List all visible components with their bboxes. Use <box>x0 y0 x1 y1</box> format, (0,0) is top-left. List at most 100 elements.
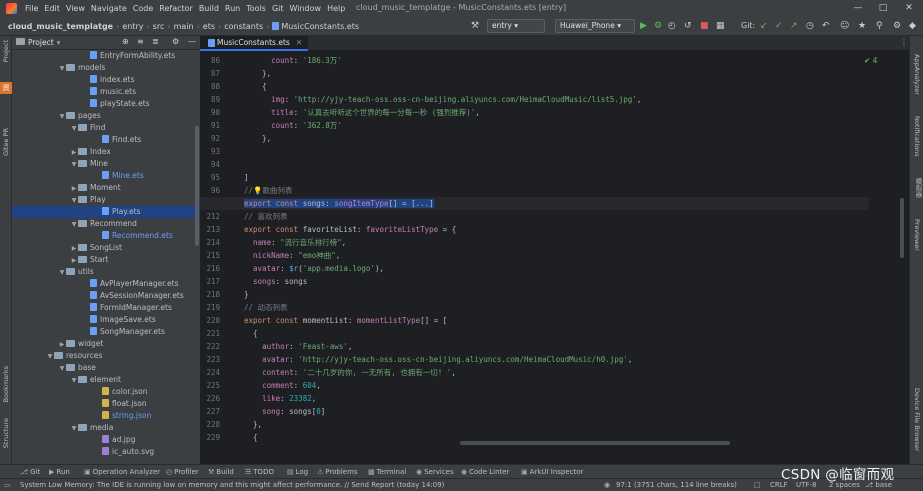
tree-item[interactable]: Play.ets <box>12 206 200 218</box>
code-line[interactable]: title: '认真去听听这个世界的每一分每一秒 (强烈推荐)', <box>244 106 480 119</box>
settings-gear-icon[interactable]: ⚙ <box>893 20 901 32</box>
lock-icon[interactable]: □ <box>754 480 761 491</box>
tree-item[interactable]: ▼ Mine <box>12 158 200 170</box>
tree-item[interactable]: ▼ Find <box>12 122 200 134</box>
panel-toggle-icon[interactable]: ▭ <box>4 480 11 491</box>
code-line[interactable]: name: "流行音乐排行榜", <box>244 236 346 249</box>
tree-item[interactable]: ▼ Recommend <box>12 218 200 230</box>
git-push-icon[interactable]: ↗ <box>790 20 798 32</box>
rollback-icon[interactable]: ↶ <box>822 20 830 32</box>
tree-item[interactable]: ▶ widget <box>12 338 200 350</box>
vertical-scrollbar[interactable] <box>900 198 904 258</box>
tree-item[interactable]: ▼ element <box>12 374 200 386</box>
breadcrumb-constants[interactable]: constants <box>222 22 265 31</box>
code-line[interactable]: { <box>244 80 267 93</box>
tool-arkui-inspector[interactable]: ▣ ArkUI Inspector <box>521 467 583 477</box>
code-line[interactable]: // 动态列表 <box>244 301 288 314</box>
gitee-pr-tool-tab[interactable]: Gitee PR <box>2 128 10 156</box>
tree-item[interactable]: ▼ pages <box>12 110 200 122</box>
project-panel-title[interactable]: Project <box>28 38 54 47</box>
code-line[interactable]: author: 'Feast-aws', <box>244 340 352 353</box>
code-line[interactable]: //💡歌曲列表 <box>244 184 292 197</box>
emulator-tool-tab[interactable]: 模拟器 <box>913 178 923 198</box>
maximize-icon[interactable]: □ <box>871 2 895 15</box>
code-line[interactable]: songs: songs <box>244 275 307 288</box>
code-line[interactable]: { <box>244 431 258 444</box>
tree-item[interactable]: EntryFormAbility.ets <box>12 50 200 62</box>
code-line[interactable]: }, <box>244 418 262 431</box>
tree-item[interactable]: index.ets <box>12 74 200 86</box>
stop-icon[interactable]: ■ <box>700 20 709 32</box>
tab-music-constants[interactable]: MusicConstants.ets ✕ <box>200 36 309 51</box>
tool-build[interactable]: ⚒ Build <box>208 467 234 477</box>
tool-terminal[interactable]: ▩ Terminal <box>368 467 406 477</box>
menu-view[interactable]: View <box>63 4 88 13</box>
tool-code-linter[interactable]: ◉ Code Linter <box>461 467 509 477</box>
git-commit-icon[interactable]: ✓ <box>775 20 783 32</box>
tree-item[interactable]: ▶ Moment <box>12 182 200 194</box>
debug-icon[interactable]: ⚙ <box>654 20 662 32</box>
menu-edit[interactable]: Edit <box>41 4 63 13</box>
tool-run[interactable]: ▶ Run <box>49 467 70 477</box>
structure-tool-tab[interactable]: Structure <box>2 418 10 448</box>
device-file-browser-tool-tab[interactable]: Device File Browser <box>913 388 921 452</box>
tree-item[interactable]: FormIdManager.ets <box>12 302 200 314</box>
tool-problems[interactable]: ⚠ Problems <box>317 467 358 477</box>
tree-item[interactable]: ▼ utils <box>12 266 200 278</box>
code-line[interactable]: export const momentList: momentListType[… <box>244 314 447 327</box>
tree-item[interactable]: ▼ models <box>12 62 200 74</box>
tool-git[interactable]: ⎇ Git <box>20 467 40 477</box>
code-line[interactable]: count: '186.3万' <box>244 54 342 67</box>
code-line[interactable]: // 喜欢列表 <box>244 210 288 223</box>
menu-tools[interactable]: Tools <box>243 4 269 13</box>
code-line[interactable]: comment: 604, <box>244 379 321 392</box>
tree-item[interactable]: ▶ Index <box>12 146 200 158</box>
ide-logo-icon[interactable]: ◆ <box>909 20 916 32</box>
close-tab-icon[interactable]: ✕ <box>296 38 302 47</box>
tree-item[interactable]: SongManager.ets <box>12 326 200 338</box>
menu-navigate[interactable]: Navigate <box>88 4 130 13</box>
run-icon[interactable]: ▶ <box>640 20 647 32</box>
search-icon[interactable]: ⚲ <box>876 20 883 32</box>
module-select[interactable]: entry ▾ <box>487 19 545 33</box>
tree-item[interactable]: playState.ets <box>12 98 200 110</box>
menu-git[interactable]: Git <box>269 4 287 13</box>
code-line[interactable]: count: '362.8万' <box>244 119 342 132</box>
menu-window[interactable]: Window <box>287 4 325 13</box>
code-line[interactable]: content: '二十几岁的你, 一无所有, 也拥有一切! ', <box>244 366 456 379</box>
tree-item[interactable]: Find.ets <box>12 134 200 146</box>
profile-icon[interactable]: ◴ <box>668 20 676 32</box>
menu-help[interactable]: Help <box>324 4 348 13</box>
menu-refactor[interactable]: Refactor <box>156 4 196 13</box>
code-line[interactable]: } <box>244 288 249 301</box>
tool-services[interactable]: ◉ Services <box>416 467 454 477</box>
previewer-tool-tab[interactable]: Previewer <box>913 219 921 251</box>
minimize-icon[interactable]: — <box>846 2 870 15</box>
hammer-icon[interactable]: ⚒ <box>471 20 479 32</box>
tree-item[interactable]: ▶ SongList <box>12 242 200 254</box>
attach-icon[interactable]: ↺ <box>684 20 692 32</box>
code-line[interactable]: { <box>244 327 258 340</box>
panel-settings-icon[interactable]: ⚙ <box>172 37 179 46</box>
close-window-icon[interactable]: ✕ <box>897 2 921 15</box>
tool-profiler[interactable]: ◴ Profiler <box>166 467 199 477</box>
tree-item[interactable]: ad.jpg <box>12 434 200 446</box>
tool-log[interactable]: ▤ Log <box>287 467 308 477</box>
code-line[interactable]: like: 23382, <box>244 392 316 405</box>
tree-item[interactable]: ▼ base <box>12 362 200 374</box>
locate-icon[interactable]: ⊕ <box>122 37 129 46</box>
menu-file[interactable]: File <box>22 4 41 13</box>
hide-panel-icon[interactable]: — <box>188 37 196 46</box>
tree-item[interactable]: string.json <box>12 410 200 422</box>
menu-code[interactable]: Code <box>130 4 156 13</box>
user-icon[interactable]: ☺ <box>840 20 849 32</box>
tree-item[interactable]: ▼ Play <box>12 194 200 206</box>
collapse-all-icon[interactable]: ≡ <box>137 37 144 46</box>
menu-run[interactable]: Run <box>222 4 243 13</box>
device-select[interactable]: Huawei_Phone ▾ <box>555 19 635 33</box>
code-line[interactable]: avatar: 'http://yjy-teach-oss.oss-cn-bei… <box>244 353 632 366</box>
horizontal-scrollbar[interactable] <box>460 441 730 445</box>
selected-code[interactable]: export const songs: songItemType[] = [..… <box>244 199 434 208</box>
breadcrumb-file[interactable]: MusicConstants.ets <box>270 22 361 31</box>
git-update-icon[interactable]: ↙ <box>760 20 768 32</box>
